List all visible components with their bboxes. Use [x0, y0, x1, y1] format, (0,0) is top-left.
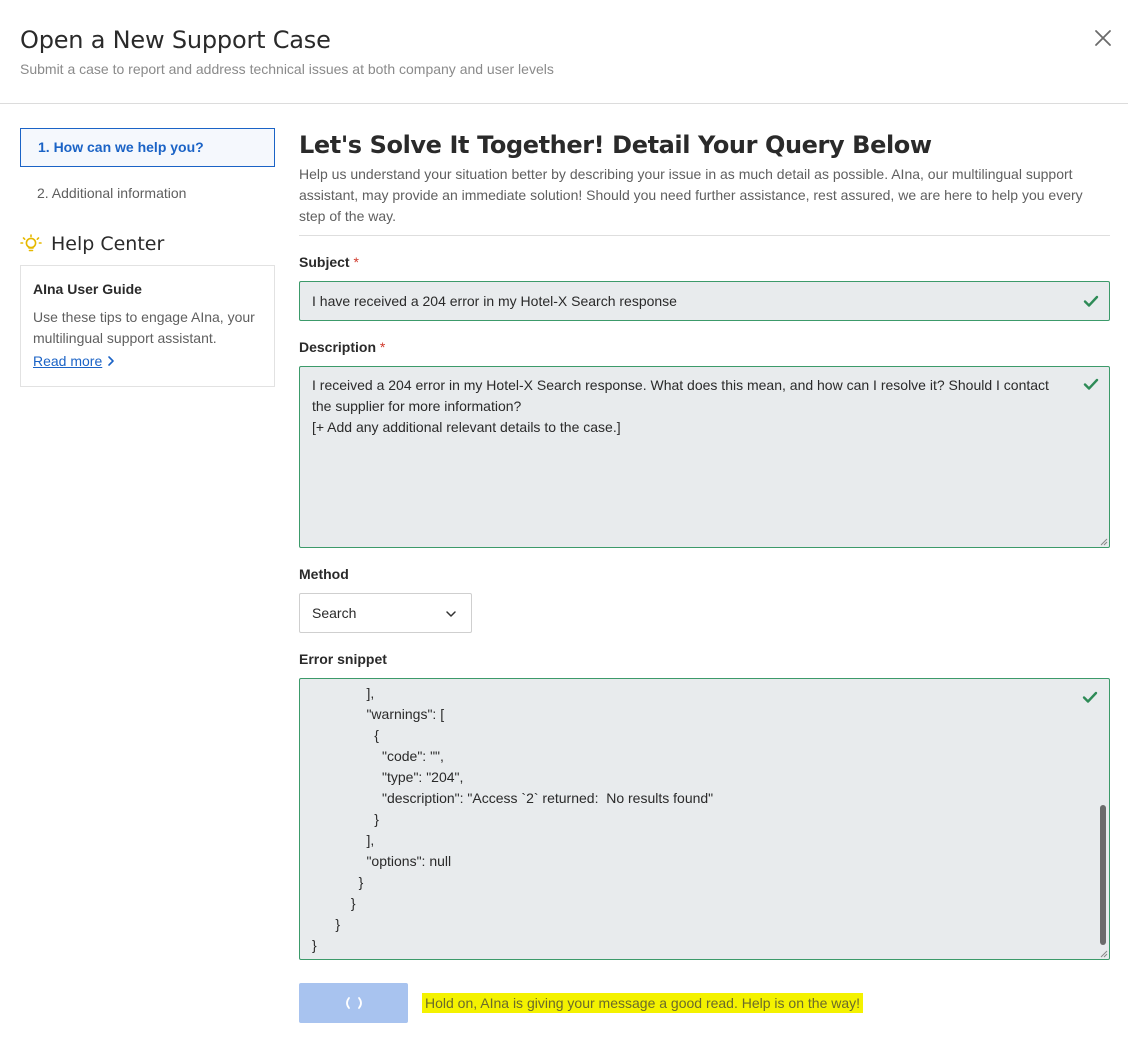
submit-button[interactable] — [299, 983, 408, 1023]
snippet-line: "warnings": [ — [312, 706, 445, 722]
close-button[interactable] — [1090, 25, 1116, 51]
subject-input[interactable]: I have received a 204 error in my Hotel-… — [299, 281, 1110, 321]
check-icon — [1083, 295, 1099, 307]
modal-title: Open a New Support Case — [20, 26, 331, 54]
check-icon — [1082, 691, 1098, 703]
snippet-line: "description": "Access `2` returned: No … — [312, 790, 714, 806]
subject-label-text: Subject — [299, 254, 350, 270]
close-icon — [1095, 30, 1111, 46]
snippet-line: "code": "", — [312, 748, 444, 764]
help-center-heading: Help Center — [20, 232, 164, 256]
resize-grip-icon[interactable] — [1099, 949, 1108, 958]
snippet-line: "options": null — [312, 853, 452, 869]
error-snippet-label: Error snippet — [299, 651, 387, 667]
scrollbar-thumb[interactable] — [1100, 805, 1106, 945]
read-more-link[interactable]: Read more — [33, 353, 117, 369]
method-selected-value: Search — [312, 605, 357, 621]
subject-label: Subject * — [299, 254, 359, 270]
divider — [299, 235, 1110, 236]
required-mark: * — [379, 339, 386, 355]
resize-grip-icon[interactable] — [1099, 537, 1108, 546]
description-textarea[interactable]: I received a 204 error in my Hotel-X Sea… — [299, 366, 1110, 548]
help-card-title: AIna User Guide — [33, 281, 142, 297]
method-select[interactable]: Search — [299, 593, 472, 633]
snippet-line: { — [312, 727, 379, 743]
description-line: I received a 204 error in my Hotel-X Sea… — [312, 377, 1049, 414]
required-mark: * — [353, 254, 359, 270]
description-label: Description * — [299, 339, 385, 355]
error-snippet-textarea[interactable]: ], "warnings": [ { "code": "", "type": "… — [299, 678, 1110, 960]
step-additional-information[interactable]: 2. Additional information — [20, 175, 275, 214]
page-intro: Help us understand your situation better… — [299, 166, 1083, 224]
help-card-text: Use these tips to engage AIna, your mult… — [33, 309, 255, 346]
spinner-icon — [345, 997, 362, 1009]
read-more-label: Read more — [33, 353, 103, 369]
status-message: Hold on, AIna is giving your message a g… — [422, 993, 864, 1013]
method-label: Method — [299, 566, 349, 582]
description-label-text: Description — [299, 339, 377, 355]
subject-value: I have received a 204 error in my Hotel-… — [312, 293, 677, 309]
page-title: Let's Solve It Together! Detail Your Que… — [299, 131, 932, 159]
snippet-line: "type": "204", — [312, 769, 464, 785]
help-center-title: Help Center — [51, 233, 165, 255]
chevron-down-icon — [446, 611, 456, 617]
snippet-line: ], — [312, 685, 375, 701]
description-line: [+ Add any additional relevant details t… — [312, 419, 621, 435]
snippet-line: } — [312, 895, 356, 911]
modal-header: Open a New Support Case Submit a case to… — [0, 0, 1128, 104]
step-how-can-we-help[interactable]: 1. How can we help you? — [20, 128, 275, 167]
snippet-line: } — [312, 811, 379, 827]
help-card: AIna User Guide Use these tips to engage… — [20, 265, 275, 387]
modal-subtitle: Submit a case to report and address tech… — [20, 61, 554, 77]
snippet-line: } — [312, 916, 341, 932]
snippet-line: } — [312, 874, 364, 890]
lightbulb-icon — [20, 234, 42, 252]
snippet-line: ], — [312, 832, 375, 848]
chevron-right-icon — [108, 356, 115, 366]
snippet-line: } — [312, 937, 317, 953]
check-icon — [1083, 378, 1099, 390]
